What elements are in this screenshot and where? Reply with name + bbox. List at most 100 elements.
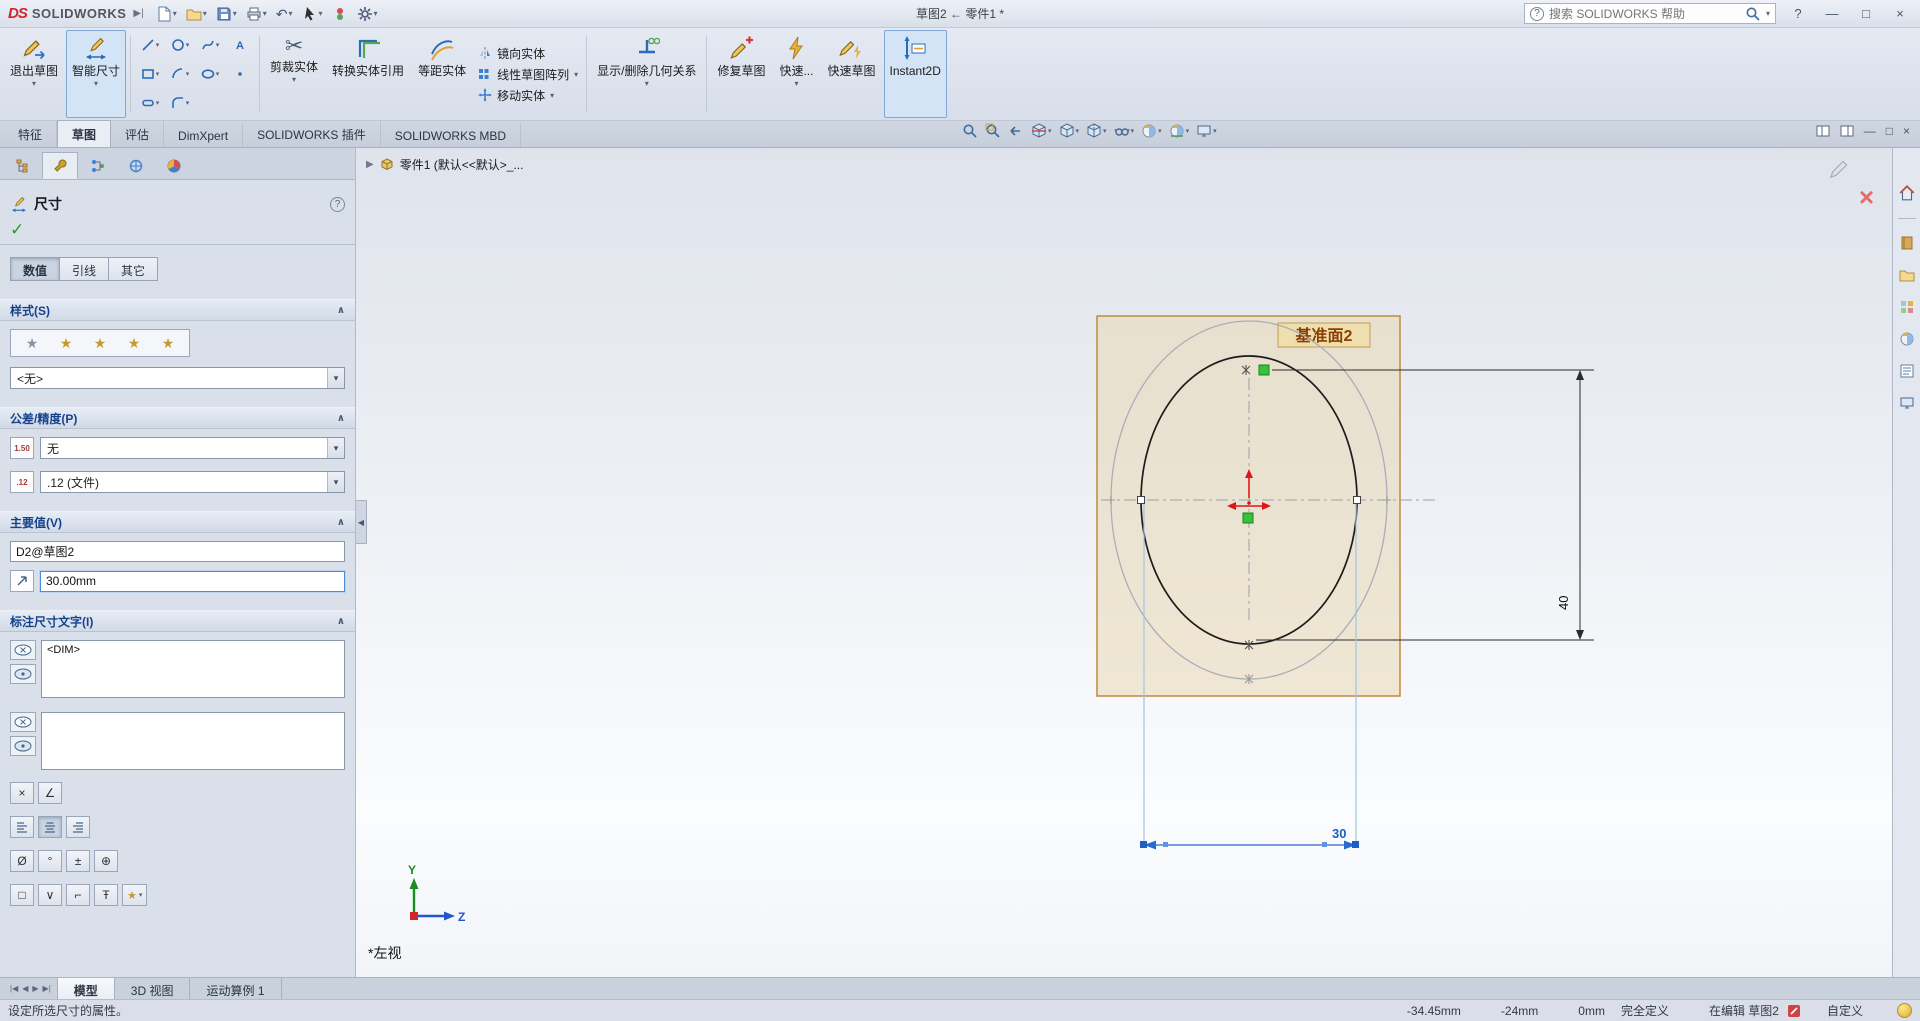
slot-tool[interactable]: ▾ <box>135 89 165 118</box>
exit-sketch-corner-icon[interactable] <box>1828 158 1850 180</box>
dimension-30-label[interactable]: 30 <box>1332 826 1346 841</box>
tolerance-section-header[interactable]: 公差/精度(P)∧ <box>0 407 355 429</box>
add-style-icon[interactable]: ★ <box>60 336 73 350</box>
style-dropdown[interactable]: <无> ▾ <box>10 367 345 389</box>
offset-entities-button[interactable]: 等距实体 <box>412 30 472 118</box>
dropdown-caret-icon[interactable]: ▾ <box>327 472 344 492</box>
hide-show-items-button[interactable]: ▾ <box>1114 123 1135 139</box>
3d-views-tab[interactable]: 3D 视图 <box>115 978 191 999</box>
maximize-button[interactable]: □ <box>1854 3 1878 25</box>
line-tool[interactable]: ▾ <box>135 31 165 60</box>
flyout-caret-icon[interactable]: ▾ <box>94 79 98 88</box>
home-icon[interactable] <box>1898 184 1916 202</box>
custom-properties-icon[interactable] <box>1899 363 1915 379</box>
diameter-symbol-button[interactable]: Ø <box>10 850 34 872</box>
select-button[interactable]: ▾ <box>299 3 326 25</box>
dimension-text-area-2[interactable] <box>41 712 345 770</box>
tab-leaders[interactable]: 引线 <box>60 257 109 281</box>
scroll-last-button[interactable]: ▶| <box>43 984 51 993</box>
file-explorer-icon[interactable] <box>1899 267 1915 283</box>
tab-solidworks-addins[interactable]: SOLIDWORKS 插件 <box>243 121 381 147</box>
tab-other[interactable]: 其它 <box>109 257 158 281</box>
ok-button[interactable]: ✓ <box>10 220 24 239</box>
close-button[interactable]: × <box>1888 3 1912 25</box>
doc-minimize-button[interactable]: — <box>1864 124 1876 138</box>
view-orientation-button[interactable]: ▾ <box>1059 123 1080 139</box>
dimension-text-area[interactable]: <DIM> <box>41 640 345 698</box>
tab-sketch[interactable]: 草图 <box>57 120 111 147</box>
exit-sketch-button[interactable]: 退出草图 ▾ <box>4 30 64 118</box>
centerline-symbol-button[interactable]: ⊕ <box>94 850 118 872</box>
precision-dropdown[interactable]: .12 (文件) ▾ <box>40 471 345 493</box>
primary-value-section-header[interactable]: 主要值(V)∧ <box>0 511 355 533</box>
justify-left-button[interactable] <box>10 816 34 838</box>
load-style-icon[interactable]: ★ <box>162 336 175 350</box>
circle-tool[interactable]: ▾ <box>165 31 195 60</box>
view-settings-button[interactable]: ▾ <box>1196 123 1217 139</box>
collapse-chevron-icon[interactable]: ∧ <box>337 616 345 627</box>
dimension-name-field[interactable] <box>10 541 345 562</box>
quick-snaps-button[interactable]: 快速... ▾ <box>773 30 819 118</box>
search-caret-icon[interactable]: ▾ <box>1766 9 1770 18</box>
panel-help-button[interactable]: ? <box>330 197 345 212</box>
apply-scene-button[interactable]: ▾ <box>1169 123 1190 139</box>
tab-solidworks-mbd[interactable]: SOLIDWORKS MBD <box>381 124 521 147</box>
dimension-value-field[interactable] <box>40 571 345 592</box>
text-frame-button[interactable]: Ŧ <box>94 884 118 906</box>
dimension-text-section-header[interactable]: 标注尺寸文字(I)∧ <box>0 610 355 632</box>
fillet-tool[interactable]: ▾ <box>165 89 195 118</box>
apply-default-style-icon[interactable]: ★ <box>26 336 39 350</box>
collapse-chevron-icon[interactable]: ∧ <box>337 413 345 424</box>
zoom-fit-button[interactable] <box>962 123 978 139</box>
resources-sphere-icon[interactable] <box>1897 1003 1912 1018</box>
tab-evaluate[interactable]: 评估 <box>111 121 164 147</box>
dim-text-center-icon-2[interactable] <box>10 736 36 756</box>
design-library-icon[interactable] <box>1899 235 1915 251</box>
display-manager-tab[interactable] <box>156 152 192 179</box>
property-manager-tab[interactable] <box>42 152 78 179</box>
tab-value[interactable]: 数值 <box>10 257 60 281</box>
flyout-caret-icon[interactable]: ▾ <box>292 75 296 84</box>
model-tab[interactable]: 模型 <box>58 978 115 999</box>
more-symbols-button[interactable]: ★▾ <box>122 884 147 906</box>
trim-entities-button[interactable]: ✂ 剪裁实体 ▾ <box>264 30 324 118</box>
ellipse-tool[interactable]: ▾ <box>195 60 225 89</box>
smart-dimension-button[interactable]: 智能尺寸 ▾ <box>66 30 126 118</box>
rebuild-button[interactable] <box>329 3 351 25</box>
point-tool[interactable] <box>225 60 255 89</box>
tab-features[interactable]: 特征 <box>4 121 57 147</box>
feature-tree-root[interactable]: ▶ 零件1 (默认<<默认>_... <box>366 156 523 173</box>
feature-manager-tab[interactable] <box>4 152 40 179</box>
doc-close-button[interactable]: × <box>1903 124 1910 138</box>
text-scale-button[interactable]: × <box>10 782 34 804</box>
panel-collapse-handle[interactable]: ◀ <box>356 500 367 544</box>
flyout-caret-icon[interactable]: ▾ <box>139 891 143 899</box>
flyout-caret-icon[interactable]: ▾ <box>574 70 578 79</box>
pane-split-right-icon[interactable] <box>1840 124 1854 138</box>
minimize-button[interactable]: — <box>1820 3 1844 25</box>
display-delete-relations-button[interactable]: 显示/删除几何关系 ▾ <box>591 30 702 118</box>
new-document-button[interactable]: ▾ <box>153 3 180 25</box>
cancel-sketch-icon[interactable]: × <box>1859 184 1874 210</box>
flyout-caret-icon[interactable]: ▾ <box>32 79 36 88</box>
status-custom[interactable]: 自定义 <box>1827 1002 1863 1019</box>
linear-sketch-pattern-button[interactable]: 线性草图阵列 ▾ <box>478 66 578 83</box>
appearances-scenes-icon[interactable] <box>1899 331 1915 347</box>
basic-dimension-button[interactable]: □ <box>10 884 34 906</box>
save-button[interactable]: ▾ <box>213 3 240 25</box>
justify-center-button[interactable] <box>38 816 62 838</box>
text-tool[interactable]: A <box>225 31 255 60</box>
repair-sketch-button[interactable]: 修复草图 <box>711 30 771 118</box>
dim-text-center-icon[interactable] <box>10 664 36 684</box>
arc-tool[interactable]: ▾ <box>165 60 195 89</box>
scroll-first-button[interactable]: |◀ <box>10 984 18 993</box>
zoom-area-button[interactable] <box>985 123 1001 139</box>
dimxpert-manager-tab[interactable] <box>118 152 154 179</box>
scroll-left-button[interactable]: ◀ <box>22 984 28 993</box>
degree-symbol-button[interactable]: ° <box>38 850 62 872</box>
tolerance-dropdown[interactable]: 无 ▾ <box>40 437 345 459</box>
inspection-dimension-button[interactable]: ∨ <box>38 884 62 906</box>
undo-button[interactable]: ↶▾ <box>273 3 296 25</box>
text-angle-button[interactable]: ∠ <box>38 782 62 804</box>
view-palette-icon[interactable] <box>1899 299 1915 315</box>
